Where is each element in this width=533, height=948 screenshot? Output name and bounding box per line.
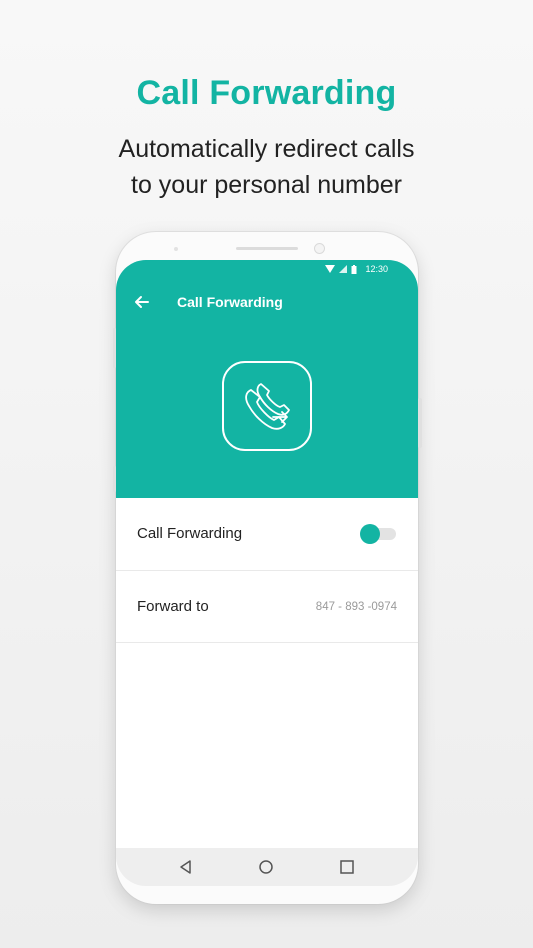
proximity-sensor <box>174 247 178 251</box>
header-area: 12:30 Call Forwarding <box>116 260 418 498</box>
power-button <box>418 398 422 448</box>
forward-to-label: Forward to <box>137 598 209 615</box>
back-triangle-icon[interactable] <box>177 858 195 876</box>
front-camera <box>314 243 325 254</box>
wifi-icon <box>325 265 336 273</box>
system-nav-bar <box>116 848 418 886</box>
headline: Call Forwarding <box>136 74 397 112</box>
earpiece-speaker <box>236 247 298 250</box>
home-circle-icon[interactable] <box>257 858 275 876</box>
call-forwarding-label: Call Forwarding <box>137 525 243 542</box>
app-bar-title: Call Forwarding <box>177 294 283 310</box>
recents-square-icon[interactable] <box>338 858 356 876</box>
arrow-left-icon[interactable] <box>132 292 152 312</box>
subline: Automatically redirect calls to your per… <box>0 131 533 203</box>
setting-row-forward-to[interactable]: Forward to 847 - 893 -0974 <box>116 571 418 643</box>
forward-to-number[interactable]: 847 - 893 -0974 <box>316 601 397 613</box>
battery-icon <box>351 264 357 274</box>
call-forward-phone-icon <box>222 361 312 451</box>
subline-line-1: Automatically redirect calls <box>118 135 415 163</box>
setting-row-call-forwarding[interactable]: Call Forwarding <box>116 498 418 571</box>
status-bar: 12:30 <box>325 264 388 274</box>
status-time: 12:30 <box>365 264 388 274</box>
subline-line-2: to your personal number <box>131 171 402 199</box>
phone-screen: 12:30 Call Forwarding Call Forwarding Fo… <box>116 260 418 848</box>
signal-icon <box>339 265 348 273</box>
call-forwarding-toggle[interactable] <box>360 524 380 544</box>
